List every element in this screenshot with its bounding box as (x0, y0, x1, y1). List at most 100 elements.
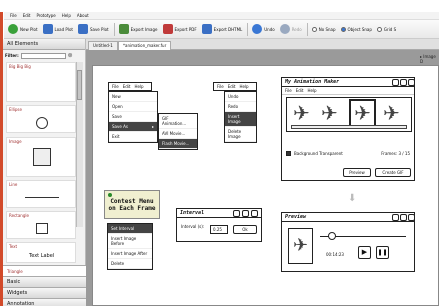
mock-menu-avi[interactable]: AVI Movie... (159, 129, 197, 139)
preview-time: 00:14:23 (326, 252, 344, 257)
no-snap-radio[interactable]: No Snap (311, 26, 336, 32)
pause-button[interactable]: ❚❚ (376, 246, 389, 259)
create-gif-button[interactable]: Create GIF (375, 168, 411, 177)
tab-untitled[interactable]: Untitled-1 (88, 41, 118, 50)
context-set-interval[interactable]: Set Interval (108, 224, 152, 234)
redo-button[interactable]: Redo (279, 24, 302, 34)
interval-dialog: Interval Interval (s): 0.25 Ok (176, 208, 262, 242)
close-icon[interactable] (251, 210, 258, 217)
mock-menu-flash[interactable]: Flash Movie... (159, 139, 197, 149)
close-icon[interactable] (408, 214, 415, 221)
frames-scrollbar[interactable] (291, 125, 407, 129)
minimize-icon[interactable] (233, 210, 240, 217)
image-preview-icon (33, 148, 51, 166)
frame-3-icon[interactable]: ✈ (349, 99, 376, 127)
frame-2-icon[interactable]: ✈ (321, 101, 338, 125)
menu-about[interactable]: About (77, 13, 89, 18)
undo-button[interactable]: Undo (252, 24, 275, 34)
menu-edit[interactable]: Edit (23, 13, 31, 18)
toolbar: New Plot Load Plot Save Plot Export Imag… (4, 20, 439, 39)
element-ellipse[interactable]: Ellipse (6, 105, 76, 133)
export-image-button[interactable]: Export Image (118, 24, 158, 34)
mock-menu-help[interactable]: Help (239, 84, 248, 89)
submenu-arrow-icon: ▸ (151, 124, 154, 129)
mock-menu-save-as[interactable]: Save As ▸ (109, 122, 157, 132)
context-insert-after[interactable]: Insert Image After (108, 249, 152, 259)
mock-menu-insert-image[interactable]: Insert Image (225, 112, 256, 127)
mock-menu-undo[interactable]: Undo (225, 92, 256, 102)
new-plot-button[interactable]: New Plot (8, 24, 38, 34)
maximize-icon[interactable] (400, 79, 407, 86)
mock-menu-delete-image[interactable]: Delete Image (225, 127, 256, 142)
object-snap-radio[interactable]: Object Snap (340, 26, 372, 32)
export-dhtml-button[interactable]: Export DHTML (201, 24, 242, 34)
element-text[interactable]: Text Text Label (6, 242, 76, 263)
category-triangle[interactable]: Triangle (3, 265, 86, 276)
new-plot-icon (8, 24, 18, 34)
minimize-icon[interactable] (392, 214, 399, 221)
background-transparent-row: Background Transparent (286, 151, 343, 156)
sticky-note: Contest Menu on Each Frame (104, 190, 160, 219)
mock-menu-new[interactable]: New (109, 92, 157, 102)
mock-menu-exit[interactable]: Exit (109, 132, 157, 142)
mock-menu-edit[interactable]: Edit (123, 84, 131, 89)
undo-icon (252, 24, 263, 34)
maximize-icon[interactable] (242, 210, 249, 217)
export-dhtml-icon (201, 24, 212, 34)
element-image[interactable]: Image (6, 137, 76, 177)
mock-edit-menu: Undo Redo Insert Image Delete Image (224, 91, 257, 143)
category-basic[interactable]: Basic (3, 276, 86, 287)
save-plot-button[interactable]: Save Plot (77, 24, 109, 34)
maximize-icon[interactable] (400, 214, 407, 221)
mock-menu-edit[interactable]: Edit (228, 84, 236, 89)
radio-icon (376, 26, 382, 32)
mock-file-menubar: File Edit Help (108, 82, 152, 91)
frame-4-icon[interactable]: ✈ (383, 101, 400, 125)
preview-window: Preview ✈ 00:14:23 ▶ ❚❚ (281, 212, 415, 272)
mock-menu-redo[interactable]: Redo (225, 102, 256, 112)
window-menu-help[interactable]: Help (307, 88, 316, 93)
mock-menu-file[interactable]: File (112, 84, 119, 89)
window-menu-file[interactable]: File (285, 88, 292, 93)
mock-menu-save[interactable]: Save (109, 112, 157, 122)
save-icon (77, 24, 88, 34)
element-rectangle[interactable]: Rectangle (6, 211, 76, 239)
filter-input[interactable] (20, 52, 66, 59)
category-annotation[interactable]: Annotation (3, 298, 86, 306)
mock-menu-file[interactable]: File (217, 84, 224, 89)
menu-help[interactable]: Help (62, 13, 71, 18)
category-widgets[interactable]: Widgets (3, 287, 86, 298)
preview-button[interactable]: Preview (343, 168, 371, 177)
export-pdf-button[interactable]: Export PDF (162, 24, 197, 34)
clear-filter-icon[interactable]: ⊗ (68, 52, 73, 59)
mock-menu-help[interactable]: Help (134, 84, 143, 89)
menu-prototype[interactable]: Prototype (36, 13, 55, 18)
interval-input[interactable]: 0.25 (210, 225, 228, 234)
ellipse-preview (36, 117, 48, 129)
context-insert-before[interactable]: Insert Image Before (108, 234, 152, 249)
frame-1-icon[interactable]: ✈ (293, 101, 310, 125)
context-delete[interactable]: Delete (108, 259, 152, 269)
element-big[interactable]: Big Big Big (6, 62, 76, 102)
interval-ok-button[interactable]: Ok (233, 225, 257, 234)
menu-file[interactable]: File (10, 13, 17, 18)
grid-snap-radio[interactable]: Grid S (376, 26, 396, 32)
play-button[interactable]: ▶ (358, 246, 371, 259)
mock-edit-menubar: File Edit Help (213, 82, 257, 91)
window-menubar: File Edit Help (282, 87, 414, 95)
window-menu-edit[interactable]: Edit (296, 88, 304, 93)
timeline-slider-handle[interactable] (328, 232, 336, 240)
elements-sidebar: All Elements Filter: ⊗ Big Big Big Ellip… (3, 39, 86, 306)
minimize-icon[interactable] (392, 79, 399, 86)
animation-maker-window: My Animation Maker File Edit Help ✈ ✈ ✈ ✈ … (281, 77, 415, 181)
tab-animation-maker[interactable]: *animation_maker.fur (118, 41, 172, 50)
sidebar-header: All Elements (3, 39, 85, 50)
mock-menu-open[interactable]: Open (109, 102, 157, 112)
background-transparent-checkbox[interactable] (286, 151, 291, 156)
element-line[interactable]: Line (6, 180, 76, 208)
folder-icon (42, 24, 53, 34)
mock-menu-gif[interactable]: GIF Animation... (159, 114, 197, 129)
sidebar-scroll-thumb[interactable] (77, 70, 82, 100)
load-plot-button[interactable]: Load Plot (42, 24, 73, 34)
close-icon[interactable] (408, 79, 415, 86)
